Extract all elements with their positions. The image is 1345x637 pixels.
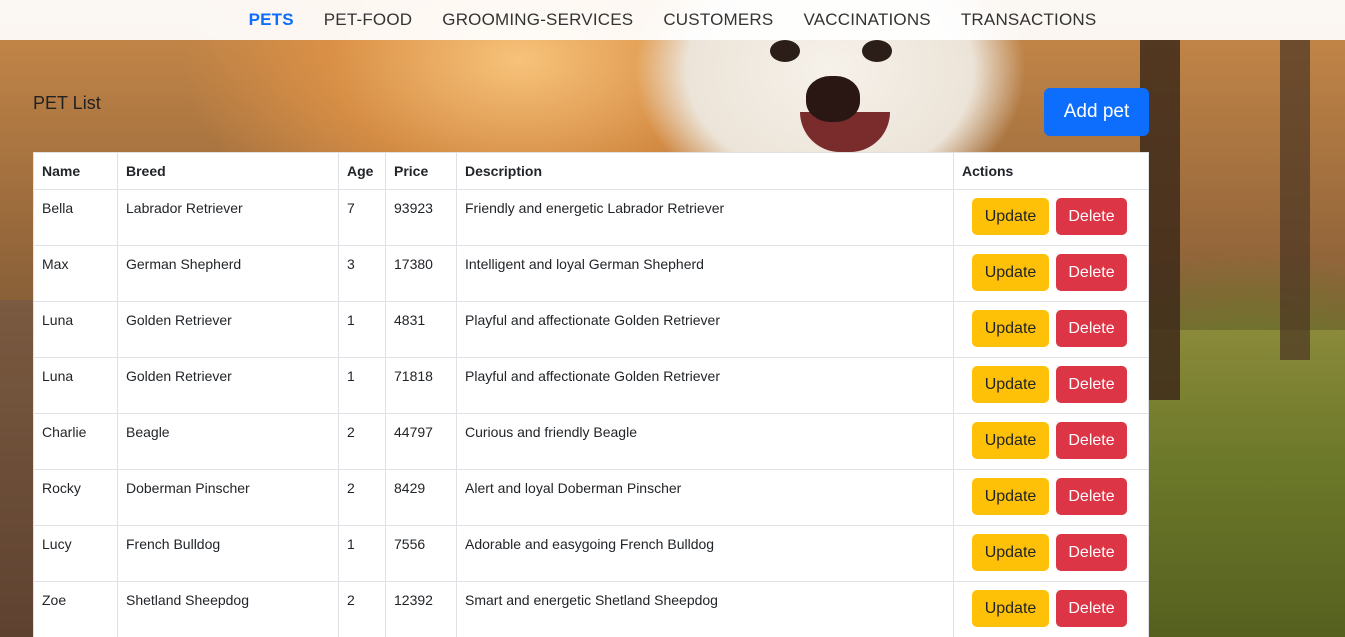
cell-name: Charlie [33,413,118,470]
cell-breed: Doberman Pinscher [117,469,339,526]
nav-pets[interactable]: PETS [249,10,294,30]
background-tree [1280,40,1310,360]
column-header-price: Price [385,152,457,190]
table-header-row: Name Breed Age Price Description Actions [33,152,1149,190]
nav-transactions[interactable]: TRANSACTIONS [961,10,1097,30]
cell-breed: Labrador Retriever [117,189,339,246]
cell-breed: Golden Retriever [117,357,339,414]
delete-button[interactable]: Delete [1056,534,1127,571]
cell-breed: French Bulldog [117,525,339,582]
dog-eye [770,40,800,62]
cell-description: Playful and affectionate Golden Retrieve… [456,357,954,414]
table-row: Zoe Shetland Sheepdog 2 12392 Smart and … [33,581,1149,637]
update-button[interactable]: Update [972,422,1049,459]
nav-customers[interactable]: CUSTOMERS [663,10,773,30]
column-header-age: Age [338,152,386,190]
cell-actions: Update Delete [953,301,1149,358]
cell-age: 1 [338,525,386,582]
cell-price: 12392 [385,581,457,637]
column-header-actions: Actions [953,152,1149,190]
table-row: Rocky Doberman Pinscher 2 8429 Alert and… [33,469,1149,526]
delete-button[interactable]: Delete [1056,310,1127,347]
update-button[interactable]: Update [972,478,1049,515]
delete-button[interactable]: Delete [1056,422,1127,459]
cell-actions: Update Delete [953,469,1149,526]
table-row: Charlie Beagle 2 44797 Curious and frien… [33,413,1149,470]
cell-price: 7556 [385,525,457,582]
cell-actions: Update Delete [953,413,1149,470]
table-row: Luna Golden Retriever 1 71818 Playful an… [33,357,1149,414]
dog-eye [862,40,892,62]
table-row: Luna Golden Retriever 1 4831 Playful and… [33,301,1149,358]
cell-name: Bella [33,189,118,246]
cell-breed: Shetland Sheepdog [117,581,339,637]
cell-actions: Update Delete [953,189,1149,246]
cell-name: Luna [33,301,118,358]
cell-description: Playful and affectionate Golden Retrieve… [456,301,954,358]
cell-age: 2 [338,469,386,526]
cell-description: Adorable and easygoing French Bulldog [456,525,954,582]
top-navbar: PETS PET-FOOD GROOMING-SERVICES CUSTOMER… [0,0,1345,40]
cell-actions: Update Delete [953,581,1149,637]
table-row: Lucy French Bulldog 1 7556 Adorable and … [33,525,1149,582]
cell-description: Intelligent and loyal German Shepherd [456,245,954,302]
cell-description: Friendly and energetic Labrador Retrieve… [456,189,954,246]
cell-actions: Update Delete [953,525,1149,582]
cell-price: 17380 [385,245,457,302]
cell-age: 2 [338,413,386,470]
update-button[interactable]: Update [972,590,1049,627]
update-button[interactable]: Update [972,254,1049,291]
cell-actions: Update Delete [953,357,1149,414]
delete-button[interactable]: Delete [1056,478,1127,515]
nav-grooming-services[interactable]: GROOMING-SERVICES [442,10,633,30]
cell-description: Curious and friendly Beagle [456,413,954,470]
page-title: PET List [33,93,101,113]
cell-price: 8429 [385,469,457,526]
cell-price: 44797 [385,413,457,470]
cell-age: 1 [338,357,386,414]
column-header-name: Name [33,152,118,190]
update-button[interactable]: Update [972,198,1049,235]
update-button[interactable]: Update [972,366,1049,403]
cell-breed: German Shepherd [117,245,339,302]
nav-pet-food[interactable]: PET-FOOD [324,10,413,30]
column-header-description: Description [456,152,954,190]
cell-age: 7 [338,189,386,246]
cell-age: 3 [338,245,386,302]
pets-table: Name Breed Age Price Description Actions… [33,152,1149,637]
cell-description: Alert and loyal Doberman Pinscher [456,469,954,526]
cell-price: 93923 [385,189,457,246]
cell-description: Smart and energetic Shetland Sheepdog [456,581,954,637]
cell-name: Zoe [33,581,118,637]
update-button[interactable]: Update [972,534,1049,571]
cell-age: 2 [338,581,386,637]
cell-breed: Beagle [117,413,339,470]
table-row: Bella Labrador Retriever 7 93923 Friendl… [33,189,1149,246]
cell-name: Lucy [33,525,118,582]
delete-button[interactable]: Delete [1056,254,1127,291]
add-pet-button[interactable]: Add pet [1044,88,1149,136]
cell-age: 1 [338,301,386,358]
delete-button[interactable]: Delete [1056,198,1127,235]
cell-name: Luna [33,357,118,414]
cell-name: Rocky [33,469,118,526]
delete-button[interactable]: Delete [1056,366,1127,403]
cell-name: Max [33,245,118,302]
nav-vaccinations[interactable]: VACCINATIONS [803,10,930,30]
column-header-breed: Breed [117,152,339,190]
cell-actions: Update Delete [953,245,1149,302]
cell-price: 4831 [385,301,457,358]
delete-button[interactable]: Delete [1056,590,1127,627]
dog-nose [806,76,860,122]
cell-breed: Golden Retriever [117,301,339,358]
update-button[interactable]: Update [972,310,1049,347]
table-row: Max German Shepherd 3 17380 Intelligent … [33,245,1149,302]
cell-price: 71818 [385,357,457,414]
